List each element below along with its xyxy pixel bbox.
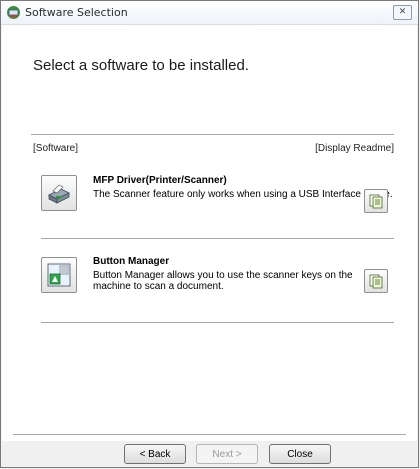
- software-description-button-manager: Button Manager allows you to use the sca…: [93, 270, 353, 292]
- window-title: Software Selection: [25, 6, 128, 19]
- column-labels: [Software] [Display Readme]: [33, 143, 394, 154]
- row-divider-2: [41, 322, 394, 323]
- next-button[interactable]: Next >: [196, 444, 258, 464]
- title-bar: Software Selection ✕: [1, 1, 418, 25]
- app-icon: [7, 6, 20, 19]
- document-icon: [369, 194, 383, 209]
- software-column-label: [Software]: [33, 143, 79, 154]
- readme-column-label: [Display Readme]: [315, 143, 394, 154]
- software-title-mfp-driver: MFP Driver(Printer/Scanner): [93, 175, 227, 186]
- software-row-mfp-driver: MFP Driver(Printer/Scanner) The Scanner …: [37, 171, 394, 241]
- document-icon: [369, 274, 383, 289]
- window-close-button[interactable]: ✕: [393, 5, 412, 20]
- button-manager-icon: [47, 263, 71, 287]
- install-mfp-driver-button[interactable]: [41, 175, 77, 211]
- install-button-manager-button[interactable]: [41, 257, 77, 293]
- software-title-button-manager: Button Manager: [93, 256, 170, 267]
- top-divider: [31, 134, 394, 135]
- software-description-mfp-driver: The Scanner feature only works when usin…: [93, 189, 393, 200]
- printer-scanner-icon: [48, 184, 70, 204]
- readme-mfp-driver-button[interactable]: [364, 189, 388, 213]
- page-heading: Select a software to be installed.: [33, 57, 249, 74]
- software-row-button-manager: Button Manager Button Manager allows you…: [37, 253, 394, 323]
- software-selection-window: Software Selection ✕ Select a software t…: [0, 0, 419, 468]
- close-button[interactable]: Close: [269, 444, 331, 464]
- readme-button-manager-button[interactable]: [364, 269, 388, 293]
- row-divider-1: [41, 238, 394, 239]
- back-button[interactable]: < Back: [124, 444, 186, 464]
